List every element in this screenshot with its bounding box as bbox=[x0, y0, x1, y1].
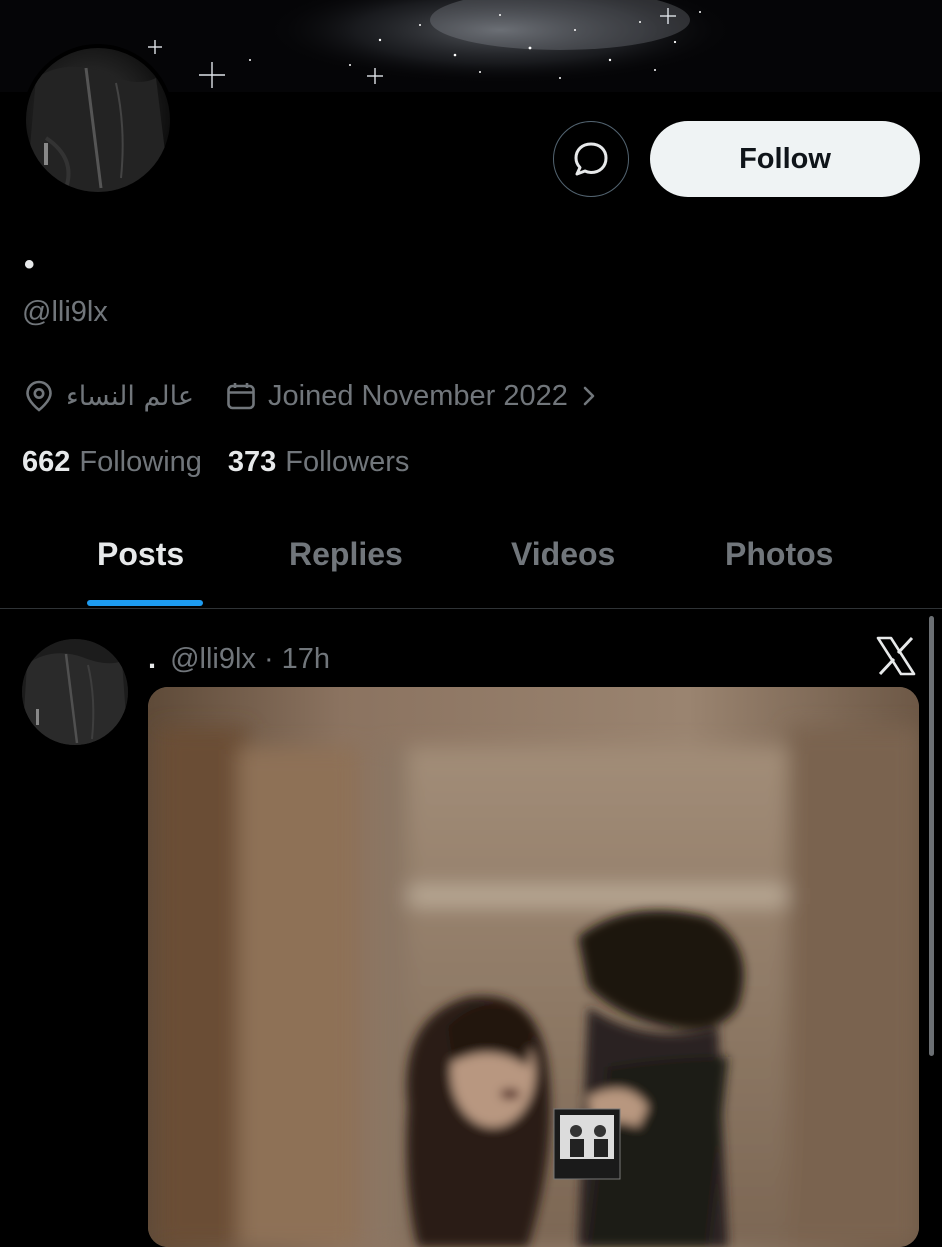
post-avatar[interactable] bbox=[22, 639, 128, 745]
message-icon bbox=[574, 142, 608, 176]
location-icon bbox=[26, 380, 52, 412]
profile-avatar[interactable] bbox=[22, 44, 174, 196]
calendar-icon bbox=[227, 383, 255, 410]
following-label: Following bbox=[79, 446, 202, 478]
post-item[interactable]: . @lli9lx · 17h bbox=[0, 609, 942, 1247]
tab-posts[interactable]: Posts bbox=[97, 536, 184, 573]
profile-stats: 662 Following 373 Followers bbox=[22, 446, 409, 479]
followers-link[interactable]: 373 Followers bbox=[228, 446, 409, 479]
active-tab-indicator bbox=[87, 600, 203, 606]
profile-location: عالم النساء bbox=[66, 380, 194, 412]
follow-button[interactable]: Follow bbox=[650, 121, 920, 197]
followers-count: 373 bbox=[227, 446, 277, 478]
post-avatar-image bbox=[22, 639, 128, 745]
following-link[interactable]: 662 Following bbox=[22, 446, 202, 479]
post-author-name[interactable]: . bbox=[148, 643, 156, 676]
post-handle-time[interactable]: @lli9lx · 17h bbox=[170, 643, 330, 676]
following-count: 662 bbox=[22, 446, 71, 478]
post-photo bbox=[148, 687, 919, 1247]
profile-meta: عالم النساء Joined November 2022 bbox=[24, 376, 598, 416]
chevron-right-icon[interactable] bbox=[580, 383, 598, 409]
profile-display-name: • bbox=[24, 248, 35, 281]
tab-photos[interactable]: Photos bbox=[725, 536, 833, 573]
tab-replies[interactable]: Replies bbox=[289, 536, 403, 573]
tab-videos[interactable]: Videos bbox=[511, 536, 615, 573]
followers-label: Followers bbox=[285, 446, 410, 478]
post-media-image[interactable] bbox=[148, 687, 919, 1247]
profile-handle: @lli9lx bbox=[22, 296, 108, 328]
profile-tabs: Posts Replies Videos Photos bbox=[0, 520, 942, 609]
profile-joined-date: Joined November 2022 bbox=[268, 379, 568, 412]
scrollbar[interactable] bbox=[929, 616, 934, 1056]
x-logo-icon bbox=[876, 636, 916, 676]
avatar-image bbox=[26, 48, 170, 192]
message-button[interactable] bbox=[553, 121, 629, 197]
post-header: . @lli9lx · 17h bbox=[148, 643, 330, 676]
